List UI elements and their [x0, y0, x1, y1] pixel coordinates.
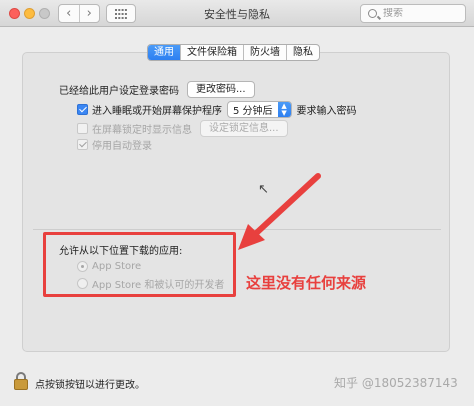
lock-icon[interactable]: [14, 372, 28, 390]
tab-bar: 通用 文件保险箱 防火墙 隐私: [147, 44, 320, 61]
tab-general[interactable]: 通用: [148, 45, 180, 60]
tab-privacy[interactable]: 隐私: [286, 45, 319, 60]
lock-hint-text: 点按锁按钮以进行更改。: [35, 380, 145, 391]
system-preferences-window: ‹ › 安全性与隐私 通用 文件保险箱 防火墙 隐私 已经给此用户设定登录密码: [0, 0, 474, 406]
watermark: 知乎 @18052387143: [334, 376, 458, 390]
annotation-text: 这里没有任何来源: [246, 274, 367, 292]
tab-filevault[interactable]: 文件保险箱: [180, 45, 243, 60]
tab-firewall[interactable]: 防火墙: [243, 45, 286, 60]
